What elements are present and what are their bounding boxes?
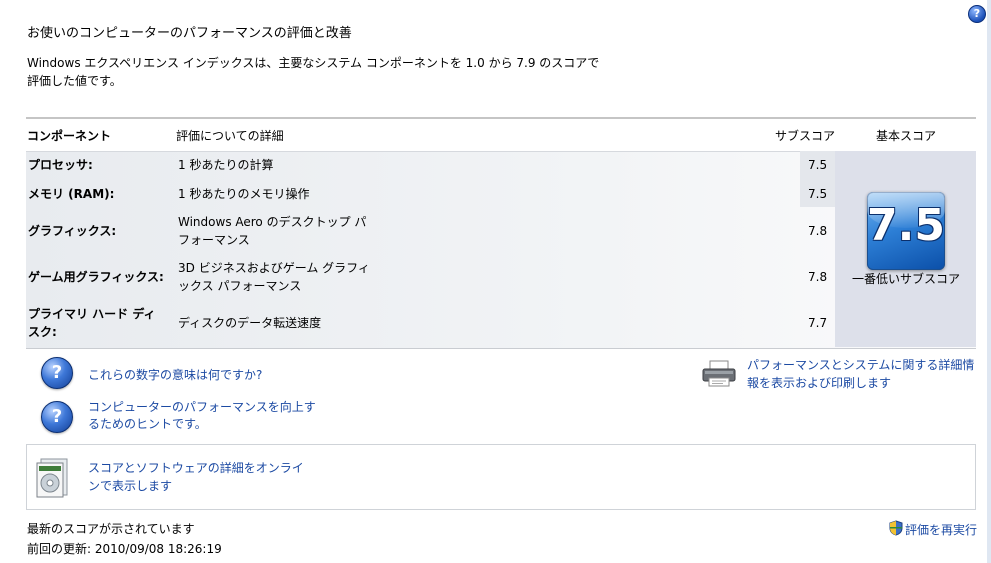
uac-shield-icon	[889, 520, 903, 536]
help-question-icon[interactable]: ?	[968, 5, 986, 23]
row-gaming-graphics-label: ゲーム用グラフィックス:	[28, 270, 164, 284]
row-processor-subscore: 7.5	[808, 158, 828, 172]
performance-tips-link[interactable]: コンピューターのパフォーマンスを向上するためのヒントです。	[88, 399, 318, 433]
row-memory-label: メモリ (RAM):	[28, 187, 115, 201]
window-right-edge	[987, 0, 991, 563]
row-gaming-graphics-detail: 3D ビジネスおよびゲーム グラフィックス パフォーマンス	[178, 261, 370, 293]
last-update-text: 前回の更新: 2010/09/08 18:26:19	[27, 542, 222, 556]
table-header-divider	[26, 117, 976, 119]
row-processor-detail: 1 秒あたりの計算	[178, 158, 274, 172]
row-hard-disk-label: プライマリ ハード ディスク:	[28, 307, 156, 339]
row-memory-detail: 1 秒あたりのメモリ操作	[178, 187, 310, 201]
row-processor-label: プロセッサ:	[28, 158, 93, 172]
row-graphics-detail: Windows Aero のデスクトップ パフォーマンス	[178, 215, 367, 247]
printer-icon[interactable]	[701, 360, 737, 388]
row-hard-disk-subscore: 7.7	[808, 316, 828, 330]
row-graphics-subscore: 7.8	[808, 224, 828, 238]
base-score-caption: 一番低いサブスコア	[851, 272, 960, 286]
row-hard-disk-detail: ディスクのデータ転送速度	[178, 316, 322, 330]
description-line-2: 評価した値です。	[27, 74, 122, 88]
base-score-tile: 7.5	[867, 192, 945, 270]
row-memory-subscore: 7.5	[808, 187, 828, 201]
online-details-link[interactable]: スコアとソフトウェアの詳細をオンラインで表示します	[88, 459, 313, 495]
column-header-basescore: 基本スコア	[876, 129, 937, 143]
print-details-link[interactable]: パフォーマンスとシステムに関する詳細情報を表示および印刷します	[747, 356, 979, 392]
score-status-text: 最新のスコアが示されています	[27, 522, 195, 536]
question-icon[interactable]: ?	[41, 401, 73, 433]
row-graphics-label: グラフィックス:	[28, 224, 117, 238]
page-description: Windows エクスペリエンス インデックスは、主要なシステム コンポーネント…	[27, 54, 627, 90]
column-header-details: 評価についての詳細	[176, 129, 284, 143]
base-score-value: 7.5	[867, 200, 945, 251]
software-box-icon[interactable]	[35, 457, 71, 499]
question-icon[interactable]: ?	[41, 357, 73, 389]
what-numbers-mean-link[interactable]: これらの数字の意味は何ですか?	[88, 366, 262, 383]
row-gaming-graphics-subscore: 7.8	[808, 270, 828, 284]
rerun-assessment-link[interactable]: 評価を再実行	[905, 521, 977, 538]
column-header-subscore: サブスコア	[775, 129, 836, 143]
page-title: お使いのコンピューターのパフォーマンスの評価と改善	[27, 26, 352, 41]
description-line-1: Windows エクスペリエンス インデックスは、主要なシステム コンポーネント…	[27, 56, 600, 70]
column-header-component: コンポーネント	[27, 129, 112, 143]
